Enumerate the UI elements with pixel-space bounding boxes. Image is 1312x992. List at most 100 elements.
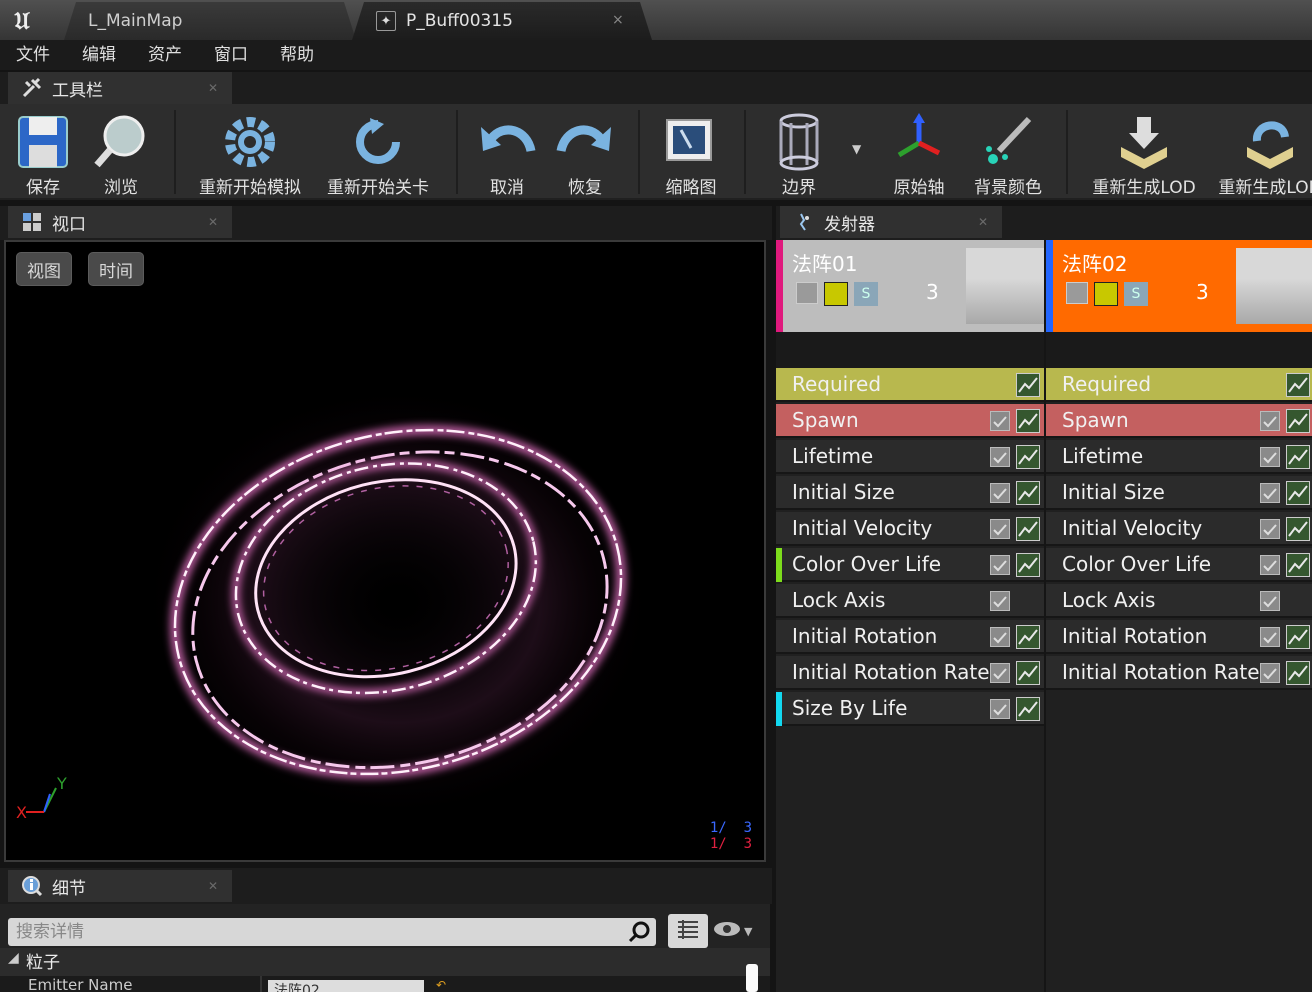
menu-asset[interactable]: 资产 [132, 40, 198, 70]
view-menu-button[interactable]: 视图 [16, 252, 72, 286]
curve-editor-icon[interactable] [1286, 625, 1310, 649]
background-color-button[interactable]: 背景颜色 [968, 104, 1048, 200]
curve-editor-icon[interactable] [1286, 553, 1310, 577]
curve-editor-icon[interactable] [1286, 517, 1310, 541]
close-icon[interactable]: ✕ [208, 215, 218, 229]
details-panel-tab[interactable]: 细节 ✕ [8, 870, 232, 902]
collapse-arrow-icon[interactable]: ◢ [8, 950, 19, 966]
menu-file[interactable]: 文件 [0, 40, 66, 70]
render-mode-icon[interactable] [1094, 282, 1118, 306]
curve-editor-icon[interactable] [1016, 697, 1040, 721]
curve-editor-icon[interactable] [1016, 517, 1040, 541]
category-row[interactable]: ◢ 粒子 [0, 948, 770, 976]
browse-button[interactable]: 浏览 [88, 104, 154, 200]
time-menu-button[interactable]: 时间 [88, 252, 144, 286]
module-row-required[interactable]: Required [776, 368, 1044, 402]
module-enable-checkbox[interactable] [1260, 519, 1280, 539]
menu-window[interactable]: 窗口 [198, 40, 264, 70]
render-mode-icon[interactable] [824, 282, 848, 306]
module-enable-checkbox[interactable] [1260, 555, 1280, 575]
close-icon[interactable]: ✕ [978, 215, 988, 229]
regenerate-lod-button[interactable]: 重新生成LOD [1086, 104, 1202, 200]
bounds-button[interactable]: 边界 [766, 104, 832, 200]
particle-viewport[interactable]: 视图 时间 X Y 1/ 3 1/ 3 [4, 240, 766, 862]
module-enable-checkbox[interactable] [1260, 483, 1280, 503]
module-enable-checkbox[interactable] [990, 591, 1010, 611]
tab-level-map[interactable]: L_MainMap [64, 2, 356, 40]
module-enable-checkbox[interactable] [990, 555, 1010, 575]
emitter-enable-checkbox[interactable] [1066, 282, 1088, 304]
module-enable-checkbox[interactable] [1260, 411, 1280, 431]
curve-editor-icon[interactable] [1016, 409, 1040, 433]
emitter-name-field[interactable]: 法阵02 [268, 980, 424, 992]
module-enable-checkbox[interactable] [1260, 447, 1280, 467]
module-enable-checkbox[interactable] [990, 627, 1010, 647]
module-row-initial-rotation[interactable]: Initial Rotation [1046, 620, 1312, 654]
module-enable-checkbox[interactable] [990, 663, 1010, 683]
module-row-color-over-life[interactable]: Color Over Life [776, 548, 1044, 582]
reset-arrow-icon[interactable]: ↶ [436, 978, 446, 992]
redo-button[interactable]: 恢复 [552, 104, 618, 200]
search-details-input[interactable]: 搜索详情 [8, 918, 656, 946]
menu-edit[interactable]: 编辑 [66, 40, 132, 70]
curve-editor-icon[interactable] [1016, 445, 1040, 469]
close-icon[interactable]: ✕ [208, 81, 218, 95]
details-scrollbar[interactable] [746, 964, 758, 992]
solo-icon[interactable]: S [854, 282, 878, 306]
module-row-initial-rotation-rate[interactable]: Initial Rotation Rate [1046, 656, 1312, 690]
close-icon[interactable]: ✕ [208, 879, 218, 893]
module-enable-checkbox[interactable] [990, 447, 1010, 467]
module-row-initial-velocity[interactable]: Initial Velocity [1046, 512, 1312, 546]
module-row-size-by-life[interactable]: Size By Life [776, 692, 1044, 726]
emitter-column-1[interactable]: 法阵01 S 3 Required Spawn Lifetime Initial Si… [776, 240, 1044, 992]
menu-help[interactable]: 帮助 [264, 40, 330, 70]
thumbnail-button[interactable]: 缩略图 [656, 104, 726, 200]
curve-editor-icon[interactable] [1016, 553, 1040, 577]
curve-editor-icon[interactable] [1286, 409, 1310, 433]
curve-editor-icon[interactable] [1286, 373, 1310, 397]
module-row-initial-size[interactable]: Initial Size [1046, 476, 1312, 510]
module-row-spawn[interactable]: Spawn [1046, 404, 1312, 438]
emitter-header[interactable]: 法阵02 S 3 [1046, 240, 1312, 332]
unreal-logo-icon[interactable]: 𝔘 [0, 0, 44, 40]
module-row-initial-size[interactable]: Initial Size [776, 476, 1044, 510]
module-row-initial-rotation[interactable]: Initial Rotation [776, 620, 1044, 654]
origin-axis-button[interactable]: 原始轴 [886, 104, 952, 200]
module-enable-checkbox[interactable] [1260, 591, 1280, 611]
module-row-lock-axis[interactable]: Lock Axis [1046, 584, 1312, 618]
restart-level-button[interactable]: 重新开始关卡 [320, 104, 436, 200]
module-row-initial-velocity[interactable]: Initial Velocity [776, 512, 1044, 546]
module-enable-checkbox[interactable] [990, 519, 1010, 539]
emitter-header[interactable]: 法阵01 S 3 [776, 240, 1044, 332]
undo-button[interactable]: 取消 [474, 104, 540, 200]
module-row-initial-rotation-rate[interactable]: Initial Rotation Rate [776, 656, 1044, 690]
curve-editor-icon[interactable] [1286, 445, 1310, 469]
module-enable-checkbox[interactable] [1260, 627, 1280, 647]
module-row-lifetime[interactable]: Lifetime [1046, 440, 1312, 474]
curve-editor-icon[interactable] [1286, 661, 1310, 685]
viewport-panel-tab[interactable]: 视口 ✕ [8, 206, 232, 238]
curve-editor-icon[interactable] [1016, 373, 1040, 397]
module-row-spawn[interactable]: Spawn [776, 404, 1044, 438]
module-row-required[interactable]: Required [1046, 368, 1312, 402]
toolbar-panel-tab[interactable]: 工具栏 ✕ [8, 72, 232, 104]
tab-particle-system[interactable]: ✦ P_Buff00315 × [352, 2, 652, 40]
property-matrix-button[interactable] [668, 914, 708, 948]
module-enable-checkbox[interactable] [990, 483, 1010, 503]
close-icon[interactable]: × [612, 12, 624, 28]
module-enable-checkbox[interactable] [990, 411, 1010, 431]
regenerate-lod-2-button[interactable]: 重新生成LOD [1212, 104, 1312, 200]
emitter-column-2[interactable]: 法阵02 S 3 Required Spawn Lifetime Initial Si… [1046, 240, 1312, 992]
module-row-lifetime[interactable]: Lifetime [776, 440, 1044, 474]
solo-icon[interactable]: S [1124, 282, 1148, 306]
restart-simulation-button[interactable]: 重新开始模拟 [192, 104, 308, 200]
module-enable-checkbox[interactable] [990, 699, 1010, 719]
module-enable-checkbox[interactable] [1260, 663, 1280, 683]
curve-editor-icon[interactable] [1016, 661, 1040, 685]
emitter-enable-checkbox[interactable] [796, 282, 818, 304]
bounds-dropdown-chevron-icon[interactable]: ▼ [852, 142, 861, 156]
curve-editor-icon[interactable] [1286, 481, 1310, 505]
emitters-panel-tab[interactable]: 发射器 ✕ [780, 206, 1002, 238]
save-button[interactable]: 保存 [10, 104, 76, 200]
module-row-color-over-life[interactable]: Color Over Life [1046, 548, 1312, 582]
